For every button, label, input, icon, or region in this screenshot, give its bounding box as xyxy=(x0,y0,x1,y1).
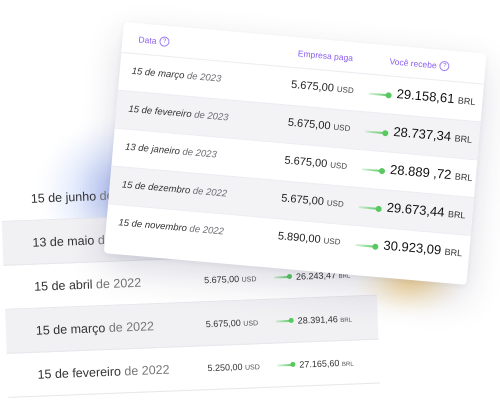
you-receive-column-header: Você recebe ? xyxy=(389,56,451,72)
company-paid-amount: 5.675,00 USD xyxy=(284,154,348,171)
date-column-header: Data ? xyxy=(138,34,170,48)
help-icon[interactable]: ? xyxy=(439,60,451,72)
transfer-arrow-icon xyxy=(273,275,291,279)
row-date: 15 de fevereiro de 2023 xyxy=(127,103,229,124)
row-date: 15 de março de 2023 xyxy=(131,65,222,85)
company-paid-amount: 5.675,00 USD xyxy=(203,273,257,285)
transfer-arrow-icon xyxy=(368,92,389,97)
company-paid-amount: 5.675,00 USD xyxy=(205,317,259,329)
recent-payments-card: Data ? Empresa paga Você recebe ? 15 de … xyxy=(103,22,487,285)
transfer-arrow-icon xyxy=(355,244,376,248)
row-date: 15 de março de 2022 xyxy=(35,318,155,338)
you-receive-amount: 30.923,09 BRL xyxy=(382,237,463,259)
company-pays-column-header: Empresa paga xyxy=(297,48,354,64)
row-date: 15 de junho de xyxy=(30,188,114,206)
company-paid-amount: 5.675,00 USD xyxy=(280,192,345,209)
row-date: 13 de janeiro de 2023 xyxy=(124,141,218,161)
row-date: 15 de novembro de 2022 xyxy=(118,217,225,238)
you-receive-amount: 28.391,46 BRL xyxy=(297,313,353,326)
company-paid-amount: 5.675,00 USD xyxy=(287,116,351,134)
row-date: 15 de fevereiro de 2022 xyxy=(37,362,170,382)
payments-list: 15 de março de 2023 5.675,00 USD 29.158,… xyxy=(104,51,485,273)
you-receive-amount: 28.889 ,72 BRL xyxy=(389,161,473,183)
row-date: 15 de dezembro de 2022 xyxy=(121,179,228,200)
you-receive-amount: 28.737,34 BRL xyxy=(392,123,473,145)
transfer-arrow-icon xyxy=(365,130,386,135)
you-receive-amount: 27.165,60 BRL xyxy=(299,357,354,370)
you-receive-amount: 29.673,44 BRL xyxy=(386,199,466,221)
company-paid-amount: 5.890,00 USD xyxy=(277,230,341,247)
company-paid-amount: 5.250,00 USD xyxy=(207,361,260,373)
transfer-arrow-icon xyxy=(358,206,379,210)
transfer-arrow-icon xyxy=(361,168,383,173)
company-paid-amount: 5.675,00 USD xyxy=(290,78,355,96)
help-icon[interactable]: ? xyxy=(158,36,170,48)
transfer-arrow-icon xyxy=(277,363,294,366)
you-receive-amount: 29.158,61 BRL xyxy=(396,86,476,107)
transfer-arrow-icon xyxy=(275,319,292,323)
row-date: 15 de abril de 2022 xyxy=(33,275,142,294)
